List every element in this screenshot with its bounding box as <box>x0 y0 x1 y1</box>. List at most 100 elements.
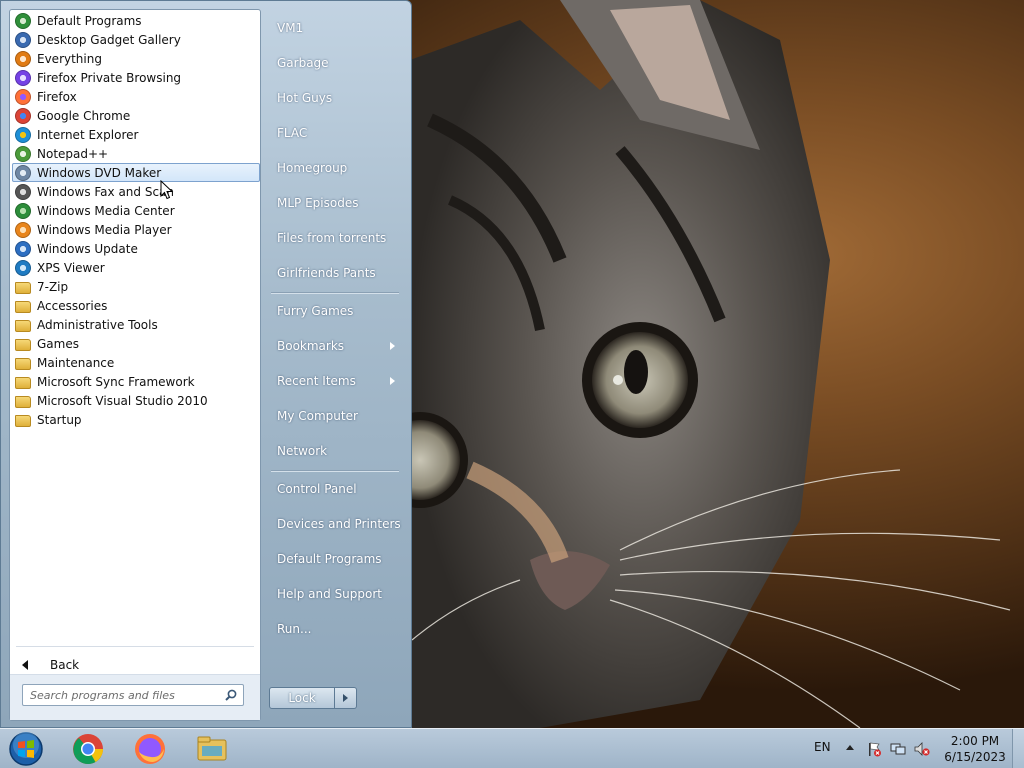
program-item[interactable]: 7-Zip <box>12 277 260 296</box>
chrome-icon <box>73 734 103 765</box>
program-item[interactable]: Microsoft Sync Framework <box>12 372 260 391</box>
language-indicator[interactable]: EN <box>814 740 831 754</box>
chrome-icon <box>15 107 31 124</box>
right-item-hot-guys[interactable]: Hot Guys <box>267 83 405 113</box>
right-pane: VM1 Garbage Hot Guys FLAC Homegroup MLP … <box>263 9 411 721</box>
program-item[interactable]: Accessories <box>12 296 260 315</box>
program-label: Startup <box>37 412 82 427</box>
right-item-girlfriends-pants[interactable]: Girlfriends Pants <box>267 258 405 288</box>
volume-muted-icon[interactable] <box>914 741 930 757</box>
right-separator <box>271 470 399 472</box>
program-item[interactable]: Windows Media Center <box>12 201 260 220</box>
program-label: Windows Fax and Scan <box>37 184 175 199</box>
program-label: XPS Viewer <box>37 260 105 275</box>
taskbar-chrome[interactable] <box>66 731 110 767</box>
back-separator <box>16 646 254 647</box>
right-item-label: FLAC <box>277 126 308 140</box>
program-item[interactable]: Microsoft Visual Studio 2010 <box>12 391 260 410</box>
firefox-private-icon <box>15 69 31 86</box>
program-label: Firefox Private Browsing <box>37 70 182 85</box>
right-item-label: Help and Support <box>277 587 382 601</box>
default-programs-icon <box>15 12 31 29</box>
right-item-label: Control Panel <box>277 482 357 496</box>
program-item[interactable]: Notepad++ <box>12 144 260 163</box>
taskbar-firefox[interactable] <box>128 731 172 767</box>
start-menu: Default Programs Desktop Gadget Gallery Ev… <box>0 0 412 728</box>
search-icon[interactable] <box>225 689 237 701</box>
folder-icon <box>15 377 31 389</box>
program-label: Windows Update <box>37 241 138 256</box>
internet-explorer-icon <box>15 126 31 143</box>
right-item-label: Girlfriends Pants <box>277 266 376 280</box>
taskbar: EN 2:00 PM 6/15/2023 <box>0 728 1024 768</box>
right-item-label: Garbage <box>277 56 329 70</box>
folder-icon <box>15 358 31 370</box>
right-item-network[interactable]: Network <box>267 436 405 466</box>
program-item[interactable]: Internet Explorer <box>12 125 260 144</box>
program-item[interactable]: XPS Viewer <box>12 258 260 277</box>
right-item-default-programs[interactable]: Default Programs <box>267 544 405 574</box>
program-item[interactable]: Desktop Gadget Gallery <box>12 30 260 49</box>
right-item-garbage[interactable]: Garbage <box>267 48 405 78</box>
right-item-homegroup[interactable]: Homegroup <box>267 153 405 183</box>
program-item[interactable]: Everything <box>12 49 260 68</box>
media-player-icon <box>15 221 31 238</box>
program-item[interactable]: Windows Update <box>12 239 260 258</box>
system-clock[interactable]: 2:00 PM 6/15/2023 <box>940 733 1010 765</box>
program-item[interactable]: Windows Media Player <box>12 220 260 239</box>
program-item[interactable]: Administrative Tools <box>12 315 260 334</box>
right-item-devices-and-printers[interactable]: Devices and Printers <box>267 509 405 539</box>
start-orb-icon[interactable] <box>6 731 46 767</box>
right-item-files-from-torrents[interactable]: Files from torrents <box>267 223 405 253</box>
right-item-run[interactable]: Run... <box>267 614 405 644</box>
dvd-maker-icon <box>15 164 31 181</box>
program-item[interactable]: Firefox Private Browsing <box>12 68 260 87</box>
show-desktop-button[interactable] <box>1012 729 1024 768</box>
search-input[interactable] <box>23 685 213 705</box>
right-item-label: Recent Items <box>277 374 356 388</box>
shutdown-options-button[interactable] <box>335 687 357 709</box>
action-center-flag-icon[interactable] <box>866 741 882 757</box>
program-item[interactable]: Maintenance <box>12 353 260 372</box>
program-item[interactable]: Windows Fax and Scan <box>12 182 260 201</box>
show-hidden-icons-chevron-icon[interactable] <box>846 745 854 750</box>
program-item[interactable]: Google Chrome <box>12 106 260 125</box>
submenu-arrow-icon <box>390 377 395 385</box>
mouse-cursor-icon <box>160 180 174 200</box>
program-label: Microsoft Visual Studio 2010 <box>37 393 208 408</box>
program-label: Windows Media Center <box>37 203 175 218</box>
program-label: Windows DVD Maker <box>37 165 162 180</box>
program-label: Internet Explorer <box>37 127 139 142</box>
folder-icon <box>15 396 31 408</box>
program-label: Firefox <box>37 89 77 104</box>
program-item[interactable]: Games <box>12 334 260 353</box>
lock-button-group: Lock <box>269 687 359 709</box>
clock-time: 2:00 PM <box>950 734 1000 748</box>
folder-icon <box>15 282 31 294</box>
network-icon[interactable] <box>890 741 906 757</box>
program-list: Default Programs Desktop Gadget Gallery Ev… <box>11 11 261 429</box>
right-item-label: Files from torrents <box>277 231 387 245</box>
firefox-icon <box>15 88 31 105</box>
xps-viewer-icon <box>15 259 31 276</box>
right-item-flac[interactable]: FLAC <box>267 118 405 148</box>
program-item[interactable]: Firefox <box>12 87 260 106</box>
program-item[interactable]: Default Programs <box>12 11 260 30</box>
program-label: Games <box>37 336 79 351</box>
right-item-furry-games[interactable]: Furry Games <box>267 296 405 326</box>
right-item-mlp-episodes[interactable]: MLP Episodes <box>267 188 405 218</box>
right-item-bookmarks[interactable]: Bookmarks <box>267 331 405 361</box>
file-explorer-icon <box>197 736 227 761</box>
right-item-recent-items[interactable]: Recent Items <box>267 366 405 396</box>
program-item[interactable]: Windows DVD Maker <box>12 163 260 182</box>
lock-button[interactable]: Lock <box>269 687 335 709</box>
right-item-help-and-support[interactable]: Help and Support <box>267 579 405 609</box>
right-item-my-computer[interactable]: My Computer <box>267 401 405 431</box>
taskbar-file-explorer[interactable] <box>190 731 234 767</box>
program-item[interactable]: Startup <box>12 410 260 429</box>
submenu-arrow-icon <box>390 342 395 350</box>
right-separator <box>271 292 399 294</box>
right-item-control-panel[interactable]: Control Panel <box>267 474 405 504</box>
search-box[interactable] <box>22 684 244 706</box>
right-item-vm1[interactable]: VM1 <box>267 13 405 43</box>
